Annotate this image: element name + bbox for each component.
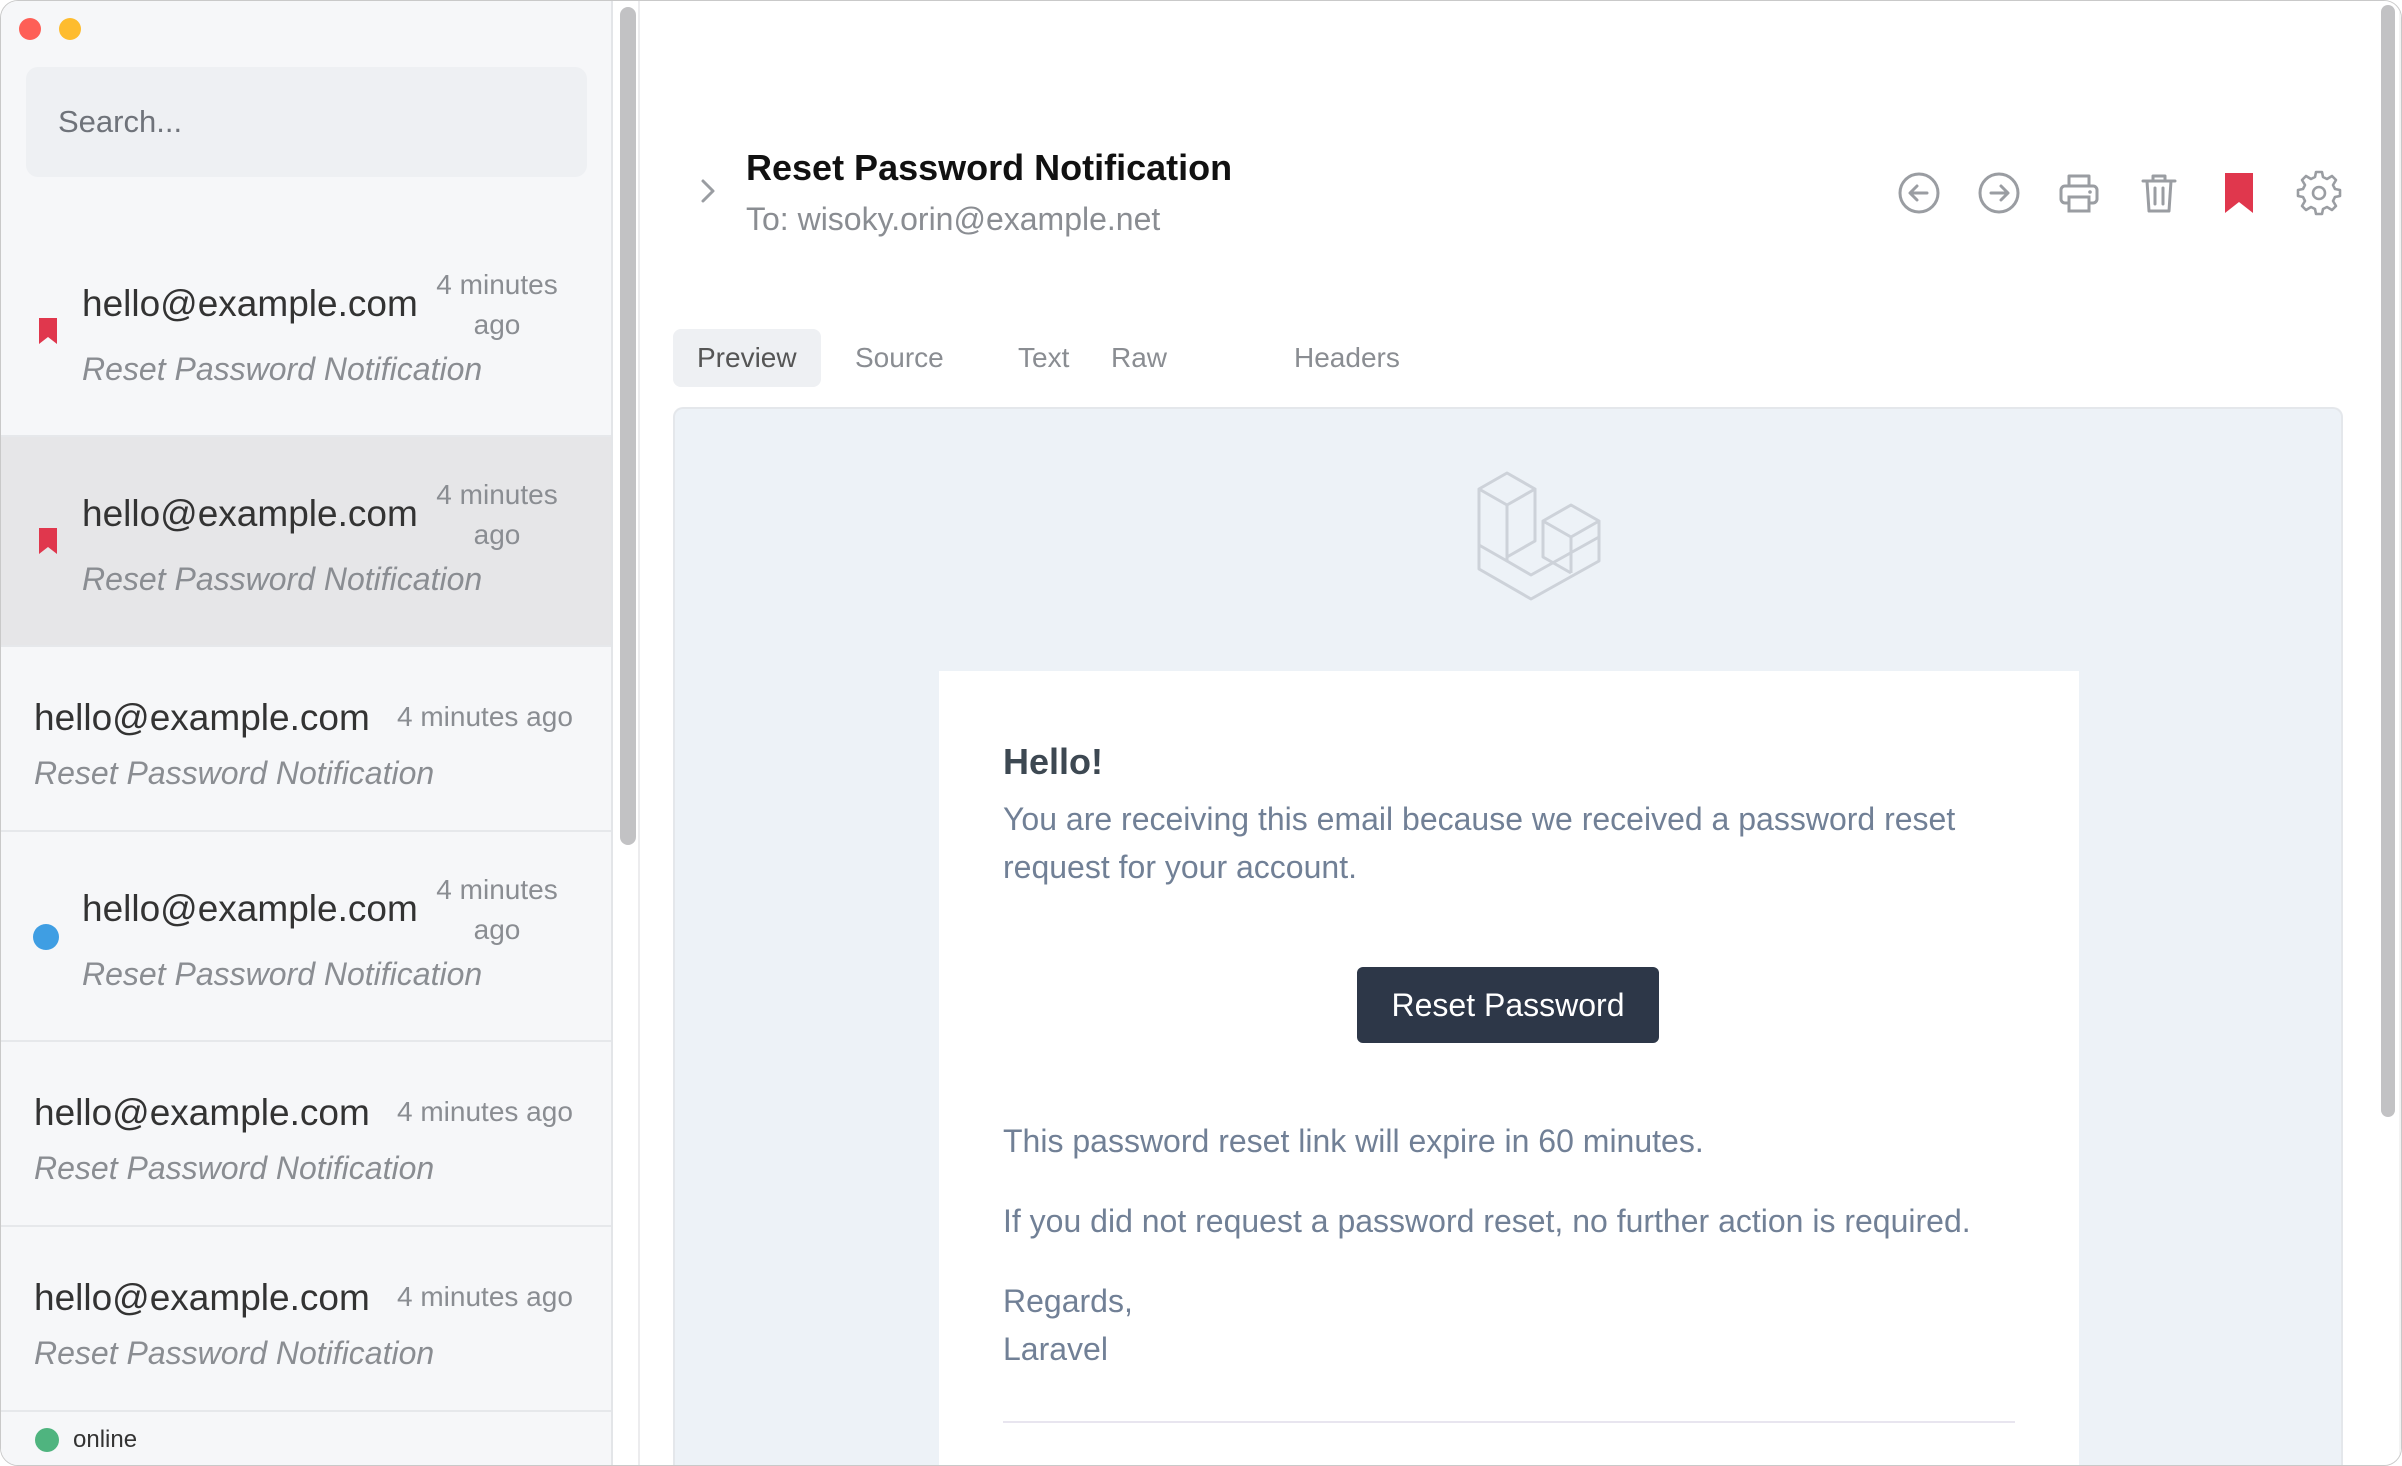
gear-icon[interactable] <box>2295 169 2343 217</box>
email-no-action-note: If you did not request a password reset,… <box>1003 1203 1971 1239</box>
message-subject: Reset Password Notification <box>82 351 483 387</box>
message-sender: hello@example.com <box>34 1277 370 1318</box>
email-regards: Regards, <box>1003 1283 1133 1319</box>
tab-source[interactable]: Source <box>855 329 944 387</box>
tab-text[interactable]: Text <box>1018 329 1069 387</box>
message-sender: hello@example.com <box>82 888 418 929</box>
pane-divider[interactable] <box>638 1 640 1465</box>
message-time: 4 minutes ago <box>397 701 573 732</box>
message-subject: Reset Password Notification <box>34 1335 435 1371</box>
message-sender: hello@example.com <box>82 283 418 324</box>
bookmark-icon <box>39 318 57 344</box>
message-list-item[interactable]: hello@example.com 4 minutes ago Reset Pa… <box>1 647 611 832</box>
print-icon[interactable] <box>2055 169 2103 217</box>
message-subject: Reset Password Notification <box>82 956 483 992</box>
message-subject: Reset Password Notification <box>82 561 483 597</box>
message-recipient: To: wisoky.orin@example.net <box>746 201 1161 237</box>
message-list-item[interactable]: hello@example.com 4 minutes ago Reset Pa… <box>1 832 611 1042</box>
trash-icon[interactable] <box>2135 169 2183 217</box>
message-time: 4 minutes ago <box>397 1281 573 1312</box>
email-greeting: Hello! <box>1003 741 1104 782</box>
message-subject: Reset Password Notification <box>34 1150 435 1186</box>
sidebar-scrollbar[interactable] <box>620 7 636 845</box>
status-label: online <box>73 1426 138 1453</box>
previous-message-icon[interactable] <box>1895 169 1943 217</box>
message-time: 4 minutes ago <box>436 479 558 550</box>
tab-headers[interactable]: Headers <box>1294 329 1400 387</box>
tab-preview[interactable]: Preview <box>673 329 821 387</box>
tab-raw[interactable]: Raw <box>1111 329 1167 387</box>
reset-password-button[interactable]: Reset Password <box>1357 967 1659 1043</box>
email-card: Hello! You are receiving this email beca… <box>939 671 2079 1465</box>
chevron-right-icon[interactable] <box>697 177 719 205</box>
message-list: hello@example.com 4 minutes ago Reset Pa… <box>1 227 611 1412</box>
message-sender: hello@example.com <box>34 1092 370 1133</box>
close-window-button[interactable] <box>19 18 41 40</box>
message-list-item[interactable]: hello@example.com 4 minutes ago Reset Pa… <box>1 1042 611 1227</box>
email-preview: Hello! You are receiving this email beca… <box>673 407 2343 1465</box>
message-title: Reset Password Notification <box>746 147 1233 188</box>
email-intro: You are receiving this email because we … <box>1003 801 1956 885</box>
unread-dot-icon <box>33 924 59 950</box>
next-message-icon[interactable] <box>1975 169 2023 217</box>
mail-app-window: hello@example.com 4 minutes ago Reset Pa… <box>0 0 2402 1466</box>
email-signature: Laravel <box>1003 1331 1108 1367</box>
message-list-item[interactable]: hello@example.com 4 minutes ago Reset Pa… <box>1 1227 611 1412</box>
message-sender: hello@example.com <box>34 697 370 738</box>
sidebar: hello@example.com 4 minutes ago Reset Pa… <box>1 1 613 1465</box>
laravel-logo-icon <box>1477 471 1601 601</box>
message-time: 4 minutes ago <box>436 269 558 340</box>
email-expiry-note: This password reset link will expire in … <box>1003 1123 1704 1159</box>
divider <box>1003 1421 2015 1423</box>
message-time: 4 minutes ago <box>397 1096 573 1127</box>
search-input[interactable] <box>26 67 587 177</box>
online-status-icon <box>35 1428 59 1452</box>
message-view: Reset Password Notification To: wisoky.o… <box>641 1 2401 1465</box>
bookmark-icon[interactable] <box>2215 169 2263 217</box>
message-sender: hello@example.com <box>82 493 418 534</box>
message-subject: Reset Password Notification <box>34 755 435 791</box>
message-time: 4 minutes ago <box>436 874 558 945</box>
message-list-item-selected[interactable]: hello@example.com 4 minutes ago Reset Pa… <box>1 437 611 647</box>
preview-scrollbar[interactable] <box>2381 5 2395 1117</box>
message-list-item[interactable]: hello@example.com 4 minutes ago Reset Pa… <box>1 227 611 437</box>
connection-status: online <box>1 1417 611 1465</box>
minimize-window-button[interactable] <box>59 18 81 40</box>
bookmark-icon <box>39 528 57 554</box>
